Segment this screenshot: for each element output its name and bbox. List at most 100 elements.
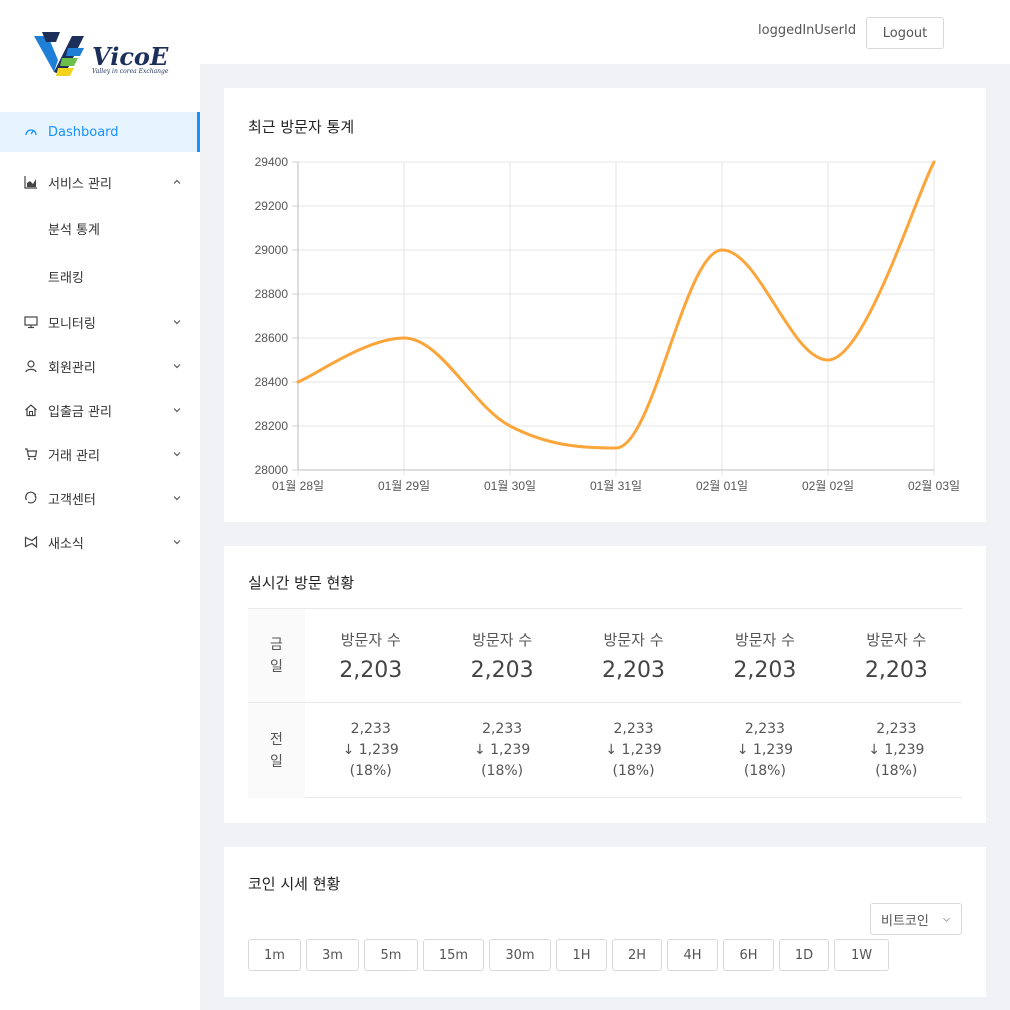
- interval-button-5m[interactable]: 5m: [364, 939, 418, 971]
- chevron-down-icon: [173, 496, 181, 501]
- row-header-yesterday: 전 일: [248, 703, 305, 798]
- user-icon: [24, 359, 38, 373]
- yesterday-pct: (18%): [481, 763, 524, 779]
- coin-price-title: 코인 시세 현황: [248, 875, 341, 893]
- today-label: 방문자 수: [340, 630, 401, 649]
- interval-button-1h[interactable]: 1H: [556, 939, 607, 971]
- yesterday-cell: 2,233 ↓ 1,239 (18%): [831, 703, 962, 798]
- sidebar-item-trade[interactable]: 거래 관리: [0, 432, 200, 476]
- sidebar-subitem-label: 트래킹: [48, 270, 84, 286]
- data-point: [296, 380, 300, 384]
- sidebar-item-label: 새소식: [48, 536, 84, 552]
- yesterday-pct: (18%): [875, 763, 918, 779]
- dashboard-icon: [24, 125, 38, 139]
- today-cell: 방문자 수 2,203: [831, 609, 962, 702]
- sidebar-item-dashboard[interactable]: Dashboard: [0, 112, 200, 152]
- sidebar-item-label: 모니터링: [48, 316, 96, 332]
- sidebar-menu: Dashboard 서비스 관리 분석 통계 트래킹 모니터링 회원관리 입출금…: [0, 112, 200, 564]
- yesterday-total: 2,233: [876, 721, 917, 737]
- y-tick-label: 29400: [255, 155, 289, 169]
- coin-select[interactable]: 비트코인: [870, 903, 962, 935]
- sidebar-subitem-tracking[interactable]: 트래킹: [0, 252, 200, 300]
- sidebar-item-label: 입출금 관리: [48, 404, 112, 420]
- y-tick-label: 29000: [255, 243, 289, 257]
- sidebar-item-news[interactable]: 새소식: [0, 520, 200, 564]
- data-point: [614, 446, 618, 450]
- cart-icon: [24, 447, 38, 461]
- sidebar-item-label: 서비스 관리: [48, 176, 112, 192]
- interval-button-1w[interactable]: 1W: [834, 939, 889, 971]
- data-point: [508, 424, 512, 428]
- sidebar-item-service[interactable]: 서비스 관리: [0, 160, 200, 204]
- today-label: 방문자 수: [472, 630, 533, 649]
- today-cell: 방문자 수 2,203: [699, 609, 830, 702]
- coin-select-value: 비트코인: [881, 913, 929, 929]
- yesterday-diff: ↓ 1,239: [342, 742, 399, 758]
- yesterday-diff: ↓ 1,239: [868, 742, 925, 758]
- main-content: 최근 방문자 통계 28000 28200 28400 28600 28800 29000…: [200, 64, 1010, 1010]
- today-cell: 방문자 수 2,203: [436, 609, 567, 702]
- visitor-stats-card: 최근 방문자 통계 28000 28200 28400 28600 28800 29000…: [224, 88, 986, 522]
- interval-button-30m[interactable]: 30m: [489, 939, 551, 971]
- row-header-char: 일: [270, 753, 283, 770]
- yesterday-diff: ↓ 1,239: [736, 742, 794, 758]
- yesterday-cell: 2,233 ↓ 1,239 (18%): [436, 703, 567, 798]
- chevron-down-icon: [173, 452, 181, 457]
- today-label: 방문자 수: [734, 630, 795, 649]
- today-value: 2,203: [602, 657, 665, 683]
- yesterday-pct: (18%): [612, 763, 655, 779]
- x-tick-label: 01월 28일: [272, 479, 324, 493]
- realtime-visits-title: 실시간 방문 현황: [248, 574, 355, 592]
- sidebar-item-deposit[interactable]: 입출금 관리: [0, 388, 200, 432]
- yesterday-total: 2,233: [350, 721, 391, 737]
- sync-icon: [24, 491, 38, 505]
- sidebar-item-label: Dashboard: [48, 124, 119, 140]
- yesterday-total: 2,233: [744, 721, 785, 737]
- y-tick-label: 28800: [255, 287, 289, 301]
- data-point: [932, 160, 936, 164]
- x-tick-label: 02월 01일: [696, 479, 748, 493]
- desktop-icon: [24, 315, 38, 329]
- yesterday-cell: 2,233 ↓ 1,239 (18%): [699, 703, 830, 798]
- brand-tagline: Valley in corea Exchange: [92, 68, 169, 75]
- brand-logo[interactable]: VicoE Valley in corea Exchange: [34, 28, 169, 80]
- sidebar-item-label: 거래 관리: [48, 448, 100, 464]
- table-row-yesterday: 전 일 2,233 ↓ 1,239 (18%) 2,233 ↓ 1,239 (18%) …: [248, 703, 962, 798]
- interval-buttons: 1m 3m 5m 15m 30m 1H 2H 4H 6H 1D 1W: [248, 939, 894, 971]
- yesterday-pct: (18%): [349, 763, 392, 779]
- realtime-visits-card: 실시간 방문 현황 금 일 방문자 수 2,203 방문자 수 2,203 방문자 …: [224, 546, 986, 823]
- coin-price-card: 코인 시세 현황 비트코인 1m 3m 5m 15m 30m 1H 2H 4H …: [224, 847, 986, 997]
- sidebar-item-monitoring[interactable]: 모니터링: [0, 300, 200, 344]
- y-tick-label: 29200: [255, 199, 289, 213]
- sidebar-item-members[interactable]: 회원관리: [0, 344, 200, 388]
- area-chart-icon: [24, 175, 38, 189]
- row-header-char: 전: [270, 731, 283, 748]
- sidebar: VicoE Valley in corea Exchange Dashboard…: [0, 0, 200, 1010]
- sidebar-subitem-label: 분석 통계: [48, 222, 100, 238]
- today-value: 2,203: [470, 657, 534, 683]
- logged-in-user: loggedInUserId: [758, 23, 857, 38]
- sidebar-item-support[interactable]: 고객센터: [0, 476, 200, 520]
- y-tick-label: 28000: [255, 463, 289, 477]
- today-cell: 방문자 수 2,203: [568, 609, 699, 702]
- x-tick-label: 01월 31일: [590, 479, 642, 493]
- logout-button[interactable]: Logout: [866, 17, 944, 49]
- interval-button-4h[interactable]: 4H: [667, 939, 718, 971]
- sidebar-subitem-analytics[interactable]: 분석 통계: [0, 204, 200, 252]
- chevron-down-icon: [173, 320, 181, 325]
- sidebar-item-label: 회원관리: [48, 360, 96, 376]
- data-point: [826, 358, 830, 362]
- row-header-char: 금: [270, 636, 283, 653]
- table-row-today: 금 일 방문자 수 2,203 방문자 수 2,203 방문자 수 2,203 방문자…: [248, 609, 962, 703]
- row-header-char: 일: [270, 658, 283, 675]
- interval-button-3m[interactable]: 3m: [306, 939, 359, 971]
- interval-button-1m[interactable]: 1m: [248, 939, 301, 971]
- interval-button-6h[interactable]: 6H: [723, 939, 774, 971]
- yesterday-total: 2,233: [482, 721, 523, 737]
- interval-button-15m[interactable]: 15m: [423, 939, 484, 971]
- interval-button-2h[interactable]: 2H: [612, 939, 662, 971]
- chevron-down-icon: [173, 408, 181, 413]
- y-tick-label: 28400: [255, 375, 289, 389]
- row-header-today: 금 일: [248, 609, 305, 702]
- interval-button-1d[interactable]: 1D: [779, 939, 829, 971]
